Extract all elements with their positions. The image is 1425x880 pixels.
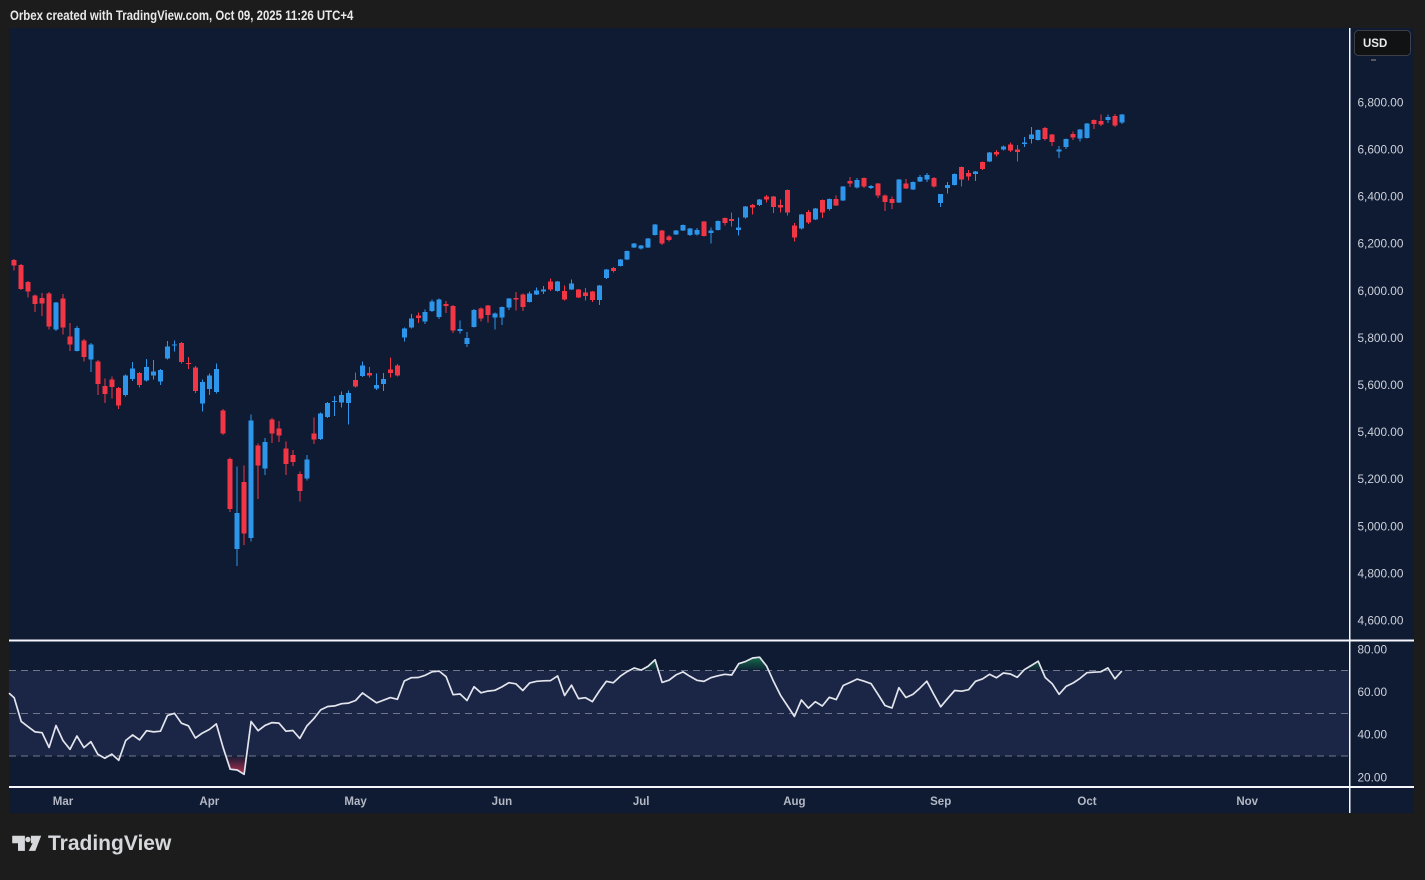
svg-text:6,400.00: 6,400.00 <box>1358 190 1404 204</box>
svg-text:6,000.00: 6,000.00 <box>1358 284 1404 298</box>
svg-text:Oct: Oct <box>1077 796 1096 808</box>
svg-text:6,800.00: 6,800.00 <box>1358 95 1404 109</box>
svg-text:80.00: 80.00 <box>1358 642 1388 656</box>
svg-text:20.00: 20.00 <box>1358 770 1388 784</box>
svg-text:4,800.00: 4,800.00 <box>1358 566 1404 580</box>
svg-text:Nov: Nov <box>1236 796 1258 808</box>
svg-text:5,200.00: 5,200.00 <box>1358 472 1404 486</box>
svg-text:Sep: Sep <box>930 796 951 808</box>
svg-text:6,600.00: 6,600.00 <box>1358 143 1404 157</box>
svg-text:Aug: Aug <box>783 796 805 808</box>
svg-text:May: May <box>344 796 367 808</box>
svg-text:Jun: Jun <box>492 796 512 808</box>
svg-text:40.00: 40.00 <box>1358 728 1388 742</box>
svg-text:5,400.00: 5,400.00 <box>1358 425 1404 439</box>
svg-text:Mar: Mar <box>53 796 74 808</box>
svg-text:4,600.00: 4,600.00 <box>1358 614 1404 628</box>
svg-text:USD: USD <box>1363 38 1387 50</box>
svg-text:60.00: 60.00 <box>1358 685 1388 699</box>
svg-text:Apr: Apr <box>199 796 219 808</box>
svg-text:5,800.00: 5,800.00 <box>1358 331 1404 345</box>
svg-text:5,000.00: 5,000.00 <box>1358 519 1404 533</box>
svg-text:5,600.00: 5,600.00 <box>1358 378 1404 392</box>
svg-text:6,200.00: 6,200.00 <box>1358 237 1404 251</box>
svg-text:Jul: Jul <box>633 796 650 808</box>
